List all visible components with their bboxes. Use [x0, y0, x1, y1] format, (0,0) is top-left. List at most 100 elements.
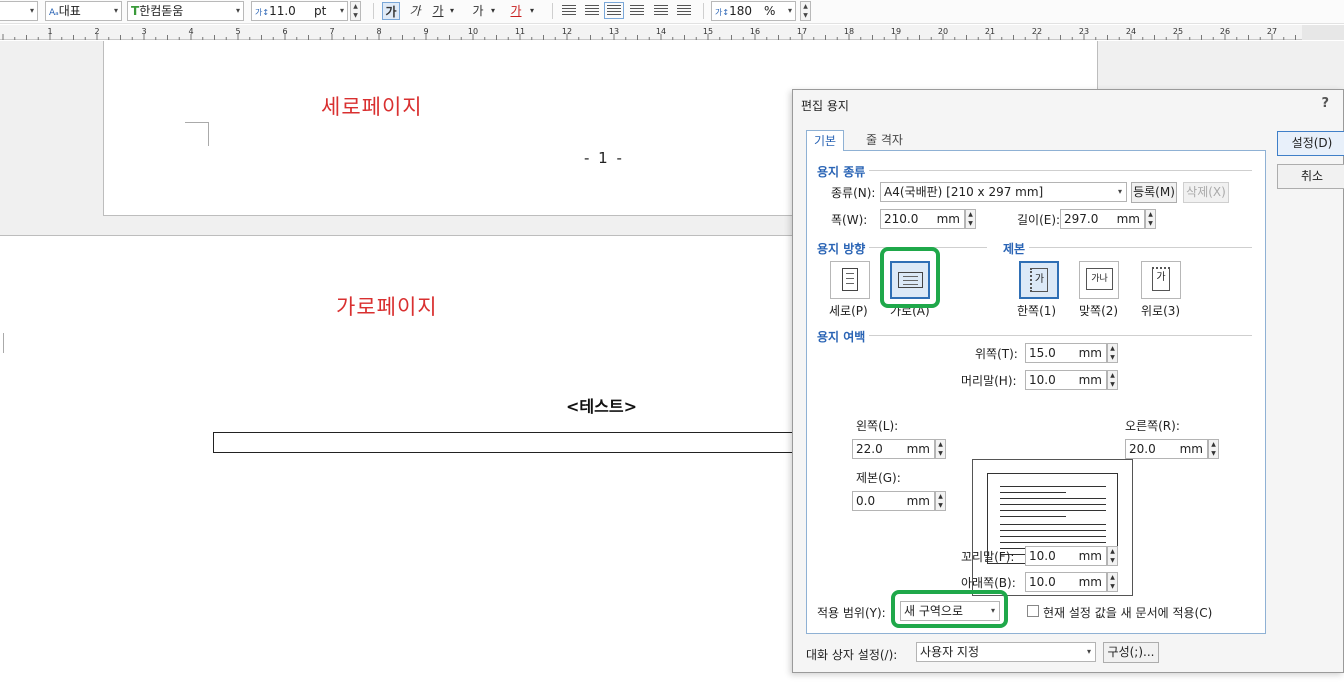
- line-spacing-icon: 가↕: [715, 8, 730, 17]
- horizontal-ruler[interactable]: 1 2 3 4 5 6 7 8 9 10 11 12 13 14 15 16 17 18 19 20 21 22 23 24 2…: [0, 25, 1302, 40]
- left-margin-label: 왼쪽(L):: [856, 419, 899, 433]
- ruler-tick-label: 4: [188, 27, 193, 36]
- ruler-end: [1302, 25, 1344, 40]
- ruler-tick-label: 17: [797, 27, 807, 36]
- top-margin-field[interactable]: 15.0 mm: [1025, 343, 1107, 363]
- footer-margin-spinner[interactable]: ▲ ▼: [1107, 546, 1118, 566]
- align-left-icon[interactable]: [585, 5, 599, 16]
- ruler-tick-label: 20: [938, 27, 948, 36]
- ruler-tick-label: 27: [1267, 27, 1277, 36]
- binding-single-option[interactable]: 가: [1019, 261, 1059, 299]
- underline-button[interactable]: 가: [430, 2, 446, 20]
- ruler-tick-label: 8: [376, 27, 381, 36]
- top-margin-spinner[interactable]: ▲ ▼: [1107, 343, 1118, 363]
- right-margin-field[interactable]: 20.0 mm: [1125, 439, 1208, 459]
- font-color-button[interactable]: 가: [508, 2, 524, 20]
- font-color-dropdown-icon[interactable]: ▾: [527, 2, 537, 20]
- binding-facing-icon: 가나: [1086, 268, 1113, 290]
- bottom-margin-field[interactable]: 10.0 mm: [1025, 572, 1107, 592]
- binding-facing-option[interactable]: 가나: [1079, 261, 1119, 299]
- apply-new-doc-checkbox[interactable]: [1027, 605, 1039, 617]
- ruler-tick-label: 19: [891, 27, 901, 36]
- ruler-tick-label: 16: [750, 27, 760, 36]
- ruler-tick-label: 21: [985, 27, 995, 36]
- apply-new-doc-label: 현재 설정 값을 새 문서에 적용(C): [1043, 606, 1213, 620]
- right-margin-spinner[interactable]: ▲ ▼: [1208, 439, 1219, 459]
- line-spacing-spinner[interactable]: ▲ ▼: [800, 1, 811, 21]
- register-button[interactable]: 등록(M): [1131, 182, 1177, 203]
- binding-top-option[interactable]: 가: [1141, 261, 1181, 299]
- binding-top-icon: 가: [1152, 267, 1170, 291]
- hwp-window: ▾ Aₐ대표 ▾ T한컴돋움 ▾ 가↕11.0 pt ▾ ▲ ▼ 가 가 가 ▾ 가 ▾…: [0, 0, 1344, 692]
- italic-button[interactable]: 가: [407, 2, 423, 20]
- ruler-tick-label: 23: [1079, 27, 1089, 36]
- page-number: - 1 -: [584, 149, 624, 167]
- top-margin-label: 위쪽(T):: [975, 347, 1018, 361]
- delete-button[interactable]: 삭제(X): [1183, 182, 1229, 203]
- style-icon: Aₐ: [49, 8, 59, 18]
- margin-section-title: 용지 여백: [817, 328, 870, 345]
- font-size-spinner[interactable]: ▲ ▼: [350, 1, 361, 21]
- ruler-tick-label: 14: [656, 27, 666, 36]
- left-margin-spinner[interactable]: ▲ ▼: [935, 439, 946, 459]
- tab-line-grid[interactable]: 줄 격자: [859, 130, 910, 151]
- font-size-combo[interactable]: 가↕11.0 pt ▾: [251, 1, 348, 21]
- width-label: 폭(W):: [831, 213, 868, 227]
- paper-type-section-title: 용지 종류: [817, 163, 870, 180]
- portrait-page-icon: [842, 268, 858, 291]
- dialog-title: 편집 용지: [801, 99, 849, 113]
- header-margin-spinner[interactable]: ▲ ▼: [1107, 370, 1118, 390]
- paper-type-select[interactable]: A4(국배판) [210 x 297 mm] ▾: [880, 182, 1127, 202]
- prev-combo[interactable]: ▾: [0, 1, 38, 21]
- dialog-setting-select[interactable]: 사용자 지정 ▾: [916, 642, 1096, 662]
- height-spinner[interactable]: ▲ ▼: [1145, 209, 1156, 229]
- width-field[interactable]: 210.0 mm: [880, 209, 965, 229]
- bold-button[interactable]: 가: [382, 2, 400, 20]
- font-combo[interactable]: T한컴돋움 ▾: [127, 1, 244, 21]
- apply-range-label: 적용 범위(Y):: [817, 606, 886, 620]
- portrait-option[interactable]: [830, 261, 870, 299]
- left-margin-field[interactable]: 22.0 mm: [852, 439, 935, 459]
- strike-dropdown-icon[interactable]: ▾: [488, 2, 498, 20]
- align-divide-icon[interactable]: [677, 5, 691, 16]
- cancel-button[interactable]: 취소: [1277, 164, 1344, 189]
- gutter-margin-label: 제본(G):: [856, 471, 901, 485]
- dialog-setting-label: 대화 상자 설정(/):: [806, 648, 898, 662]
- ruler-tick-label: 11: [515, 27, 525, 36]
- help-icon[interactable]: ?: [1321, 96, 1329, 111]
- page-setup-dialog: 편집 용지 ? 기본 줄 격자 용지 종류 종류(N): A4(국배판) [21…: [792, 89, 1344, 673]
- header-margin-label: 머리말(H):: [961, 374, 1017, 388]
- strike-button[interactable]: 가: [470, 2, 486, 20]
- footer-margin-field[interactable]: 10.0 mm: [1025, 546, 1107, 566]
- gutter-margin-field[interactable]: 0.0 mm: [852, 491, 935, 511]
- apply-range-highlight: [891, 590, 1008, 628]
- line-spacing-combo[interactable]: 가↕180 % ▾: [711, 1, 796, 21]
- style-combo[interactable]: Aₐ대표 ▾: [45, 1, 122, 21]
- ok-button[interactable]: 설정(D): [1277, 131, 1344, 156]
- ruler-tick-label: 7: [329, 27, 334, 36]
- align-right-icon[interactable]: [630, 5, 644, 16]
- ruler-tick-label: 26: [1220, 27, 1230, 36]
- bottom-margin-spinner[interactable]: ▲ ▼: [1107, 572, 1118, 592]
- margin-corner-mark: [185, 122, 209, 146]
- config-button[interactable]: 구성(;)...: [1103, 642, 1159, 663]
- align-justify-icon[interactable]: [562, 5, 576, 16]
- formatting-toolbar: ▾ Aₐ대표 ▾ T한컴돋움 ▾ 가↕11.0 pt ▾ ▲ ▼ 가 가 가 ▾ 가 ▾…: [0, 0, 1344, 24]
- ruler-tick-label: 24: [1126, 27, 1136, 36]
- left-margin-mark: [0, 333, 4, 353]
- binding-facing-label: 맞쪽(2): [1079, 304, 1119, 318]
- ruler-tick-label: 12: [562, 27, 572, 36]
- gutter-margin-spinner[interactable]: ▲ ▼: [935, 491, 946, 511]
- header-margin-field[interactable]: 10.0 mm: [1025, 370, 1107, 390]
- right-margin-label: 오른쪽(R):: [1125, 419, 1180, 433]
- align-center-icon[interactable]: [604, 2, 624, 19]
- height-field[interactable]: 297.0 mm: [1060, 209, 1145, 229]
- type-label: 종류(N):: [831, 186, 876, 200]
- width-spinner[interactable]: ▲ ▼: [965, 209, 976, 229]
- chevron-down-icon: ▾: [1117, 187, 1122, 196]
- footer-margin-label: 꼬리말(F):: [961, 550, 1015, 564]
- underline-dropdown-icon[interactable]: ▾: [447, 2, 457, 20]
- tab-basic[interactable]: 기본: [806, 130, 845, 151]
- font-size-icon: 가↕: [255, 8, 270, 17]
- align-distribute-icon[interactable]: [654, 5, 668, 16]
